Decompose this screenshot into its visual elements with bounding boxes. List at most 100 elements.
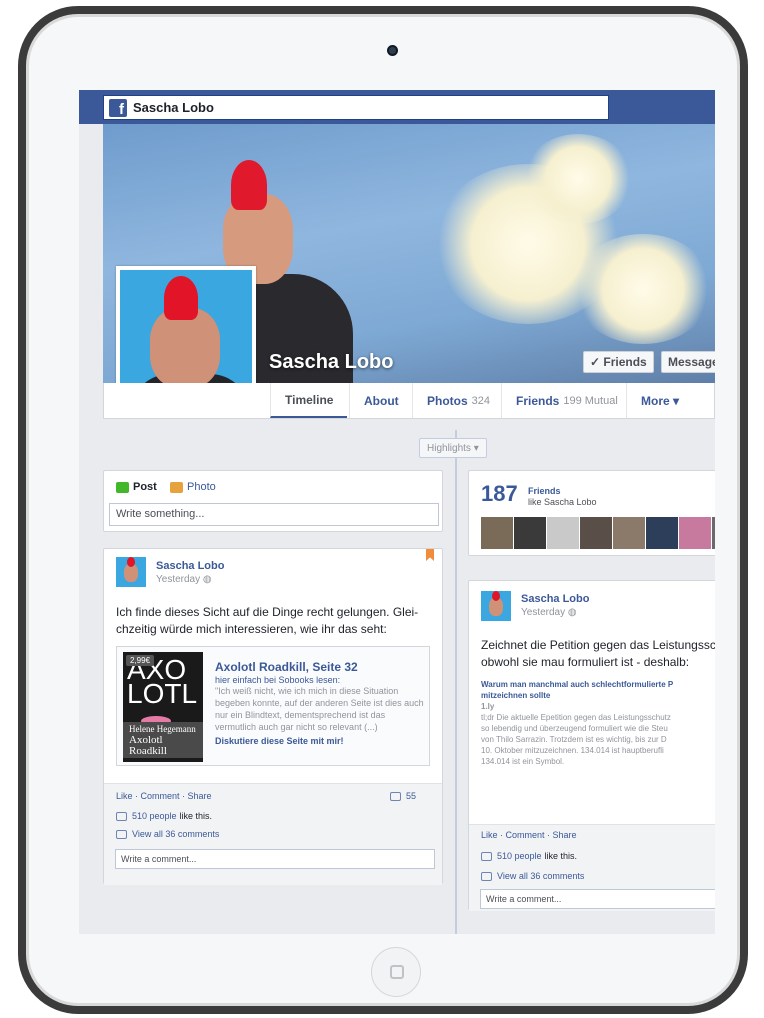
view-comments-link[interactable]: View all 36 comments: [497, 871, 584, 881]
status-input[interactable]: Write something...: [109, 503, 439, 526]
photo-tab[interactable]: Photo: [170, 481, 216, 493]
camera-icon: [387, 45, 398, 56]
likes-link[interactable]: 510 people: [497, 851, 542, 861]
tab-label: Friends: [516, 393, 560, 408]
likes-text: like this.: [179, 811, 213, 821]
friends-box: 187 Friends like Sascha Lobo: [468, 470, 715, 556]
link-desc: 134.014 ist ein Symbol.: [481, 757, 565, 766]
globe-icon: ◍: [202, 574, 212, 585]
comment-input[interactable]: Write a comment...: [480, 889, 715, 909]
screen: f Sascha Lobo Sascha Lobo ✓ Friends Mess…: [79, 90, 715, 934]
top-bar: f Sascha Lobo: [79, 90, 715, 124]
facebook-logo-icon[interactable]: f: [109, 98, 127, 117]
profile-nav: Timeline About Photos 324 Friends 199 Mutu…: [103, 383, 715, 419]
friend-thumb[interactable]: [481, 517, 513, 549]
view-comments-row[interactable]: View all 36 comments: [481, 871, 584, 881]
cover-person-mohawk: [231, 160, 267, 210]
tab-about[interactable]: About: [349, 383, 413, 418]
friend-thumb[interactable]: [679, 517, 711, 549]
date-text: Yesterday: [521, 607, 566, 618]
link-title[interactable]: mitzeichnen sollte: [481, 691, 550, 700]
tab-label: More ▾: [641, 393, 680, 408]
tab-label: About: [364, 393, 399, 408]
text-line: chzeitig würde mich interessieren, wie i…: [116, 622, 387, 636]
comment-icon: [481, 871, 492, 881]
post-date[interactable]: Yesterday ◍: [521, 607, 577, 618]
view-comments-row[interactable]: View all 36 comments: [116, 829, 219, 839]
friend-thumb[interactable]: [547, 517, 579, 549]
friend-thumbnails: [481, 517, 715, 549]
link-desc: tl;dr Die aktuelle Epetition gegen das L…: [481, 713, 671, 722]
likes-row[interactable]: 510 people like this.: [481, 851, 577, 861]
attachment-description: "Ich weiß nicht, wie ich mich in diese S…: [215, 686, 424, 732]
post-actions[interactable]: Like · Comment · Share: [481, 830, 577, 840]
comment-icon: [390, 791, 401, 801]
friend-thumb[interactable]: [712, 517, 715, 549]
tab-more[interactable]: More ▾: [626, 383, 693, 418]
highlights-dropdown[interactable]: Highlights ▾: [419, 438, 487, 458]
book-band: Helene Hegemann Axolotl Roadkill: [123, 722, 203, 758]
post-tab[interactable]: Post: [116, 481, 157, 493]
photo-icon: [170, 481, 183, 493]
link-preview[interactable]: Warum man manchmal auch schlechtformulie…: [481, 679, 715, 767]
link-domain: 1.ly: [481, 702, 495, 711]
text-line: obwohl sie mau formuliert ist - deshalb:: [481, 655, 690, 669]
comment-count[interactable]: 55: [390, 791, 416, 801]
tab-label: Timeline: [285, 392, 334, 407]
flower-shape: [573, 234, 713, 344]
likes-text: like this.: [544, 851, 578, 861]
post-card: Sascha Lobo Yesterday ◍ Zeichnet die Pet…: [468, 580, 715, 911]
tab-label: Photos: [427, 393, 468, 408]
friend-thumb[interactable]: [646, 517, 678, 549]
home-button[interactable]: [371, 947, 421, 997]
post-actions[interactable]: Like · Comment · Share: [116, 791, 212, 801]
post-footer: Like · Comment · Share 55 510 people like…: [104, 783, 442, 885]
tab-friends[interactable]: Friends 199 Mutual: [501, 383, 632, 418]
tab-count: 324: [471, 394, 491, 407]
avatar[interactable]: [116, 557, 146, 587]
link-attachment[interactable]: AXO LOTL Helene Hegemann Axolotl Roadkill …: [116, 646, 430, 766]
friend-thumb[interactable]: [580, 517, 612, 549]
post-icon: [116, 481, 129, 493]
post-author[interactable]: Sascha Lobo: [521, 593, 589, 605]
photo-tab-label: Photo: [187, 481, 216, 493]
comment-count-value: 55: [406, 791, 417, 801]
link-title[interactable]: Warum man manchmal auch schlechtformulie…: [481, 680, 673, 689]
likes-link[interactable]: 510 people: [132, 811, 177, 821]
friends-label[interactable]: Friends: [528, 486, 561, 496]
link-desc: von Thilo Sarrazin. Trotzdem ist es wich…: [481, 735, 667, 744]
friends-count[interactable]: 187: [481, 481, 518, 507]
comment-input[interactable]: Write a comment...: [115, 849, 435, 869]
friends-sub: like Sascha Lobo: [528, 497, 597, 507]
view-comments-link[interactable]: View all 36 comments: [132, 829, 219, 839]
post-date[interactable]: Yesterday ◍: [156, 574, 212, 585]
friends-button[interactable]: ✓ Friends: [583, 351, 654, 373]
friend-thumb[interactable]: [613, 517, 645, 549]
price-badge: 2,99€: [126, 655, 155, 666]
bookmark-icon[interactable]: [426, 549, 434, 561]
like-icon: [116, 811, 127, 821]
book-author: Helene Hegemann: [129, 724, 196, 734]
post-text: Zeichnet die Petition gegen das Leistung…: [481, 637, 715, 671]
like-icon: [481, 851, 492, 861]
link-desc: 10. Oktober mitzuzeichnen. 134.014 ist h…: [481, 746, 664, 755]
home-square-icon: [390, 965, 404, 979]
book-subtitle: Roadkill: [129, 745, 167, 757]
text-line: Ich finde dieses Sicht auf die Dinge rec…: [116, 605, 419, 619]
post-tab-label: Post: [133, 481, 157, 493]
attachment-link[interactable]: Diskutiere diese Seite mit mir!: [215, 736, 344, 746]
likes-row[interactable]: 510 people like this.: [116, 811, 212, 821]
message-button[interactable]: Message: [661, 351, 715, 373]
friend-thumb[interactable]: [514, 517, 546, 549]
post-author[interactable]: Sascha Lobo: [156, 560, 224, 572]
book-cover: AXO LOTL Helene Hegemann Axolotl Roadkill …: [123, 652, 203, 762]
attachment-title[interactable]: Axolotl Roadkill, Seite 32: [215, 660, 358, 674]
tab-count: 199 Mutual: [563, 394, 618, 407]
tab-timeline[interactable]: Timeline: [270, 383, 348, 418]
date-text: Yesterday: [156, 574, 201, 585]
comment-icon: [116, 829, 127, 839]
search-value: Sascha Lobo: [133, 100, 214, 115]
search-input[interactable]: f Sascha Lobo: [103, 95, 609, 120]
avatar[interactable]: [481, 591, 511, 621]
tab-photos[interactable]: Photos 324: [412, 383, 504, 418]
